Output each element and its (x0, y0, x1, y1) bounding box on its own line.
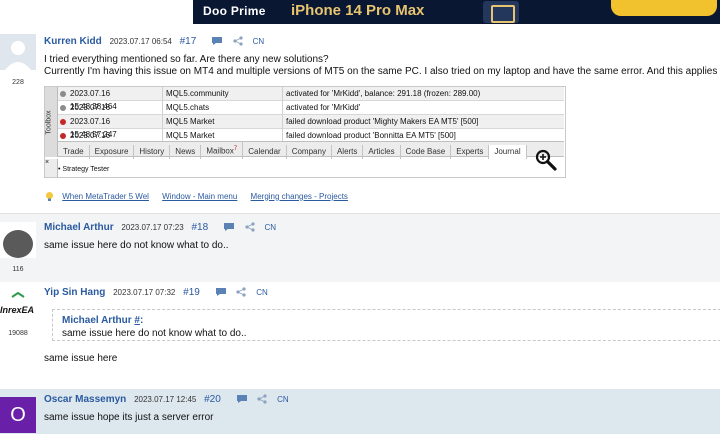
post-count: 19088 (8, 330, 28, 337)
strategy-tester-text: Strategy Tester (62, 166, 110, 173)
post-text: same issue here (44, 353, 118, 364)
post-number-link[interactable]: #18 (191, 222, 208, 233)
log-message: activated for 'MrKidd', balance: 291.18 … (282, 87, 568, 100)
default-avatar-icon[interactable] (0, 34, 36, 70)
attached-screenshot[interactable]: Toolbox × 2023.07.16 15:48:38.464 MQL5.c… (44, 86, 566, 178)
journal-log: 2023.07.16 15:48:38.464 MQL5.community a… (58, 87, 564, 153)
toolbox-label: Toolbox (45, 110, 53, 135)
tab-calendar: Calendar (243, 144, 287, 159)
log-source: MQL5.chats (162, 101, 284, 114)
post-number-link[interactable]: #17 (180, 36, 197, 47)
info-icon (60, 91, 66, 97)
post-header: Yip Sin Hang 2023.07.17 07:32 #19 CN (44, 286, 268, 300)
log-source: MQL5.community (162, 87, 284, 100)
author-link[interactable]: Oscar Massemyn (44, 394, 126, 405)
forum-post-19: InrexEA 19088 Yip Sin Hang 2023.07.17 07… (0, 283, 720, 389)
mailbox-badge: 7 (233, 146, 238, 152)
tab-news: News (170, 144, 202, 159)
forum-post-20: O Oscar Massemyn 2023.07.17 12:45 #20 CN… (0, 389, 720, 434)
log-row: 2023.07.16 15:48:57.247 MQL5 Market fail… (58, 115, 564, 139)
post-text-line: I tried everything mentioned so far. Are… (44, 54, 329, 65)
error-icon (60, 119, 66, 125)
tab-experts: Experts (451, 144, 490, 159)
author-link[interactable]: Yip Sin Hang (44, 287, 105, 298)
banner-brand: Doo Prime (203, 4, 266, 18)
user-avatar[interactable] (0, 222, 36, 258)
close-panel-icon: × (45, 159, 58, 177)
strategy-tester-label: • Strategy Tester (58, 166, 110, 173)
quote-header: Michael Arthur #: (62, 315, 144, 326)
translate-cn-link[interactable]: CN (256, 288, 268, 297)
tab-journal: Journal (489, 144, 527, 159)
related-link[interactable]: Window - Main menu (162, 192, 237, 201)
related-link[interactable]: Merging changes - Projects (251, 192, 348, 201)
quote-author: Michael Arthur (62, 315, 132, 326)
tab-alerts: Alerts (332, 144, 364, 159)
tab-articles: Articles (363, 144, 401, 159)
share-icon[interactable] (232, 36, 244, 46)
log-message: activated for 'MrKidd' (282, 101, 568, 114)
forum-post-17: 228 Kurren Kidd 2023.07.17 06:54 #17 CN … (0, 32, 720, 212)
lightbulb-icon (46, 192, 53, 201)
author-link[interactable]: Michael Arthur (44, 222, 114, 233)
terminal-tabs: Trade Exposure History News Mailbox7 Calendar… (58, 141, 564, 159)
tab-mailbox: Mailbox7 (201, 142, 244, 159)
banner-product: iPhone 14 Pro Max (291, 2, 425, 19)
post-count: 116 (12, 266, 24, 273)
related-link[interactable]: When MetaTrader 5 Wel (62, 192, 149, 201)
post-header: Kurren Kidd 2023.07.17 06:54 #17 CN (44, 35, 264, 49)
quote-ref-link[interactable]: # (134, 315, 140, 326)
tab-company: Company (287, 144, 332, 159)
zoom-magnifier-icon[interactable] (535, 149, 557, 171)
post-date: 2023.07.17 07:23 (121, 223, 184, 232)
banner-cta-button[interactable] (611, 0, 717, 16)
info-icon (60, 105, 66, 111)
translate-cn-link[interactable]: CN (253, 37, 265, 46)
svg-text:InrexEA: InrexEA (0, 305, 34, 315)
log-source: MQL5 Market (162, 115, 284, 128)
log-message: failed download product 'Mighty Makers E… (282, 115, 568, 128)
related-links: When MetaTrader 5 Wel Window - Main menu… (44, 191, 359, 202)
post-date: 2023.07.17 12:45 (134, 395, 197, 404)
log-row: 2023.07.16 15:48:38.464 MQL5.community a… (58, 87, 564, 111)
log-row: 2023.07.16 15:48:38.724 MQL5.chats activ… (58, 101, 564, 125)
tab-history: History (134, 144, 171, 159)
tab-exposure: Exposure (90, 144, 135, 159)
user-avatar[interactable]: O (0, 397, 36, 433)
tab-code-base: Code Base (401, 144, 452, 159)
post-number-link[interactable]: #20 (204, 394, 221, 405)
post-number-link[interactable]: #19 (183, 287, 200, 298)
post-header: Oscar Massemyn 2023.07.17 12:45 #20 CN (44, 393, 289, 407)
reply-icon[interactable] (215, 287, 227, 297)
tab-mailbox-label: Mailbox (206, 146, 234, 156)
reply-icon[interactable] (211, 36, 223, 46)
user-avatar[interactable]: InrexEA (0, 289, 36, 325)
share-icon[interactable] (235, 287, 247, 297)
post-date: 2023.07.17 06:54 (109, 37, 172, 46)
advertisement-banner[interactable]: Doo Prime iPhone 14 Pro Max (193, 0, 720, 24)
reply-icon[interactable] (236, 394, 248, 404)
tab-trade: Trade (58, 144, 90, 159)
quoted-message: Michael Arthur #: same issue here do not… (52, 309, 720, 341)
share-icon[interactable] (244, 222, 256, 232)
post-header: Michael Arthur 2023.07.17 07:23 #18 CN (44, 221, 276, 235)
author-link[interactable]: Kurren Kidd (44, 36, 102, 47)
post-count: 228 (12, 79, 24, 86)
phone-icon (483, 1, 519, 23)
reply-icon[interactable] (223, 222, 235, 232)
toolbox-sidebar: Toolbox (45, 87, 58, 157)
post-date: 2023.07.17 07:32 (113, 288, 176, 297)
post-text: same issue here do not know what to do.. (44, 240, 229, 251)
forum-post-18: 116 Michael Arthur 2023.07.17 07:23 #18 … (0, 214, 720, 282)
error-icon (60, 133, 66, 139)
post-text-line: Currently I'm having this issue on MT4 a… (44, 66, 720, 77)
quote-text: same issue here do not know what to do.. (62, 328, 247, 339)
post-text: same issue hope its just a server error (44, 412, 214, 423)
translate-cn-link[interactable]: CN (277, 395, 289, 404)
translate-cn-link[interactable]: CN (265, 223, 277, 232)
share-icon[interactable] (256, 394, 268, 404)
